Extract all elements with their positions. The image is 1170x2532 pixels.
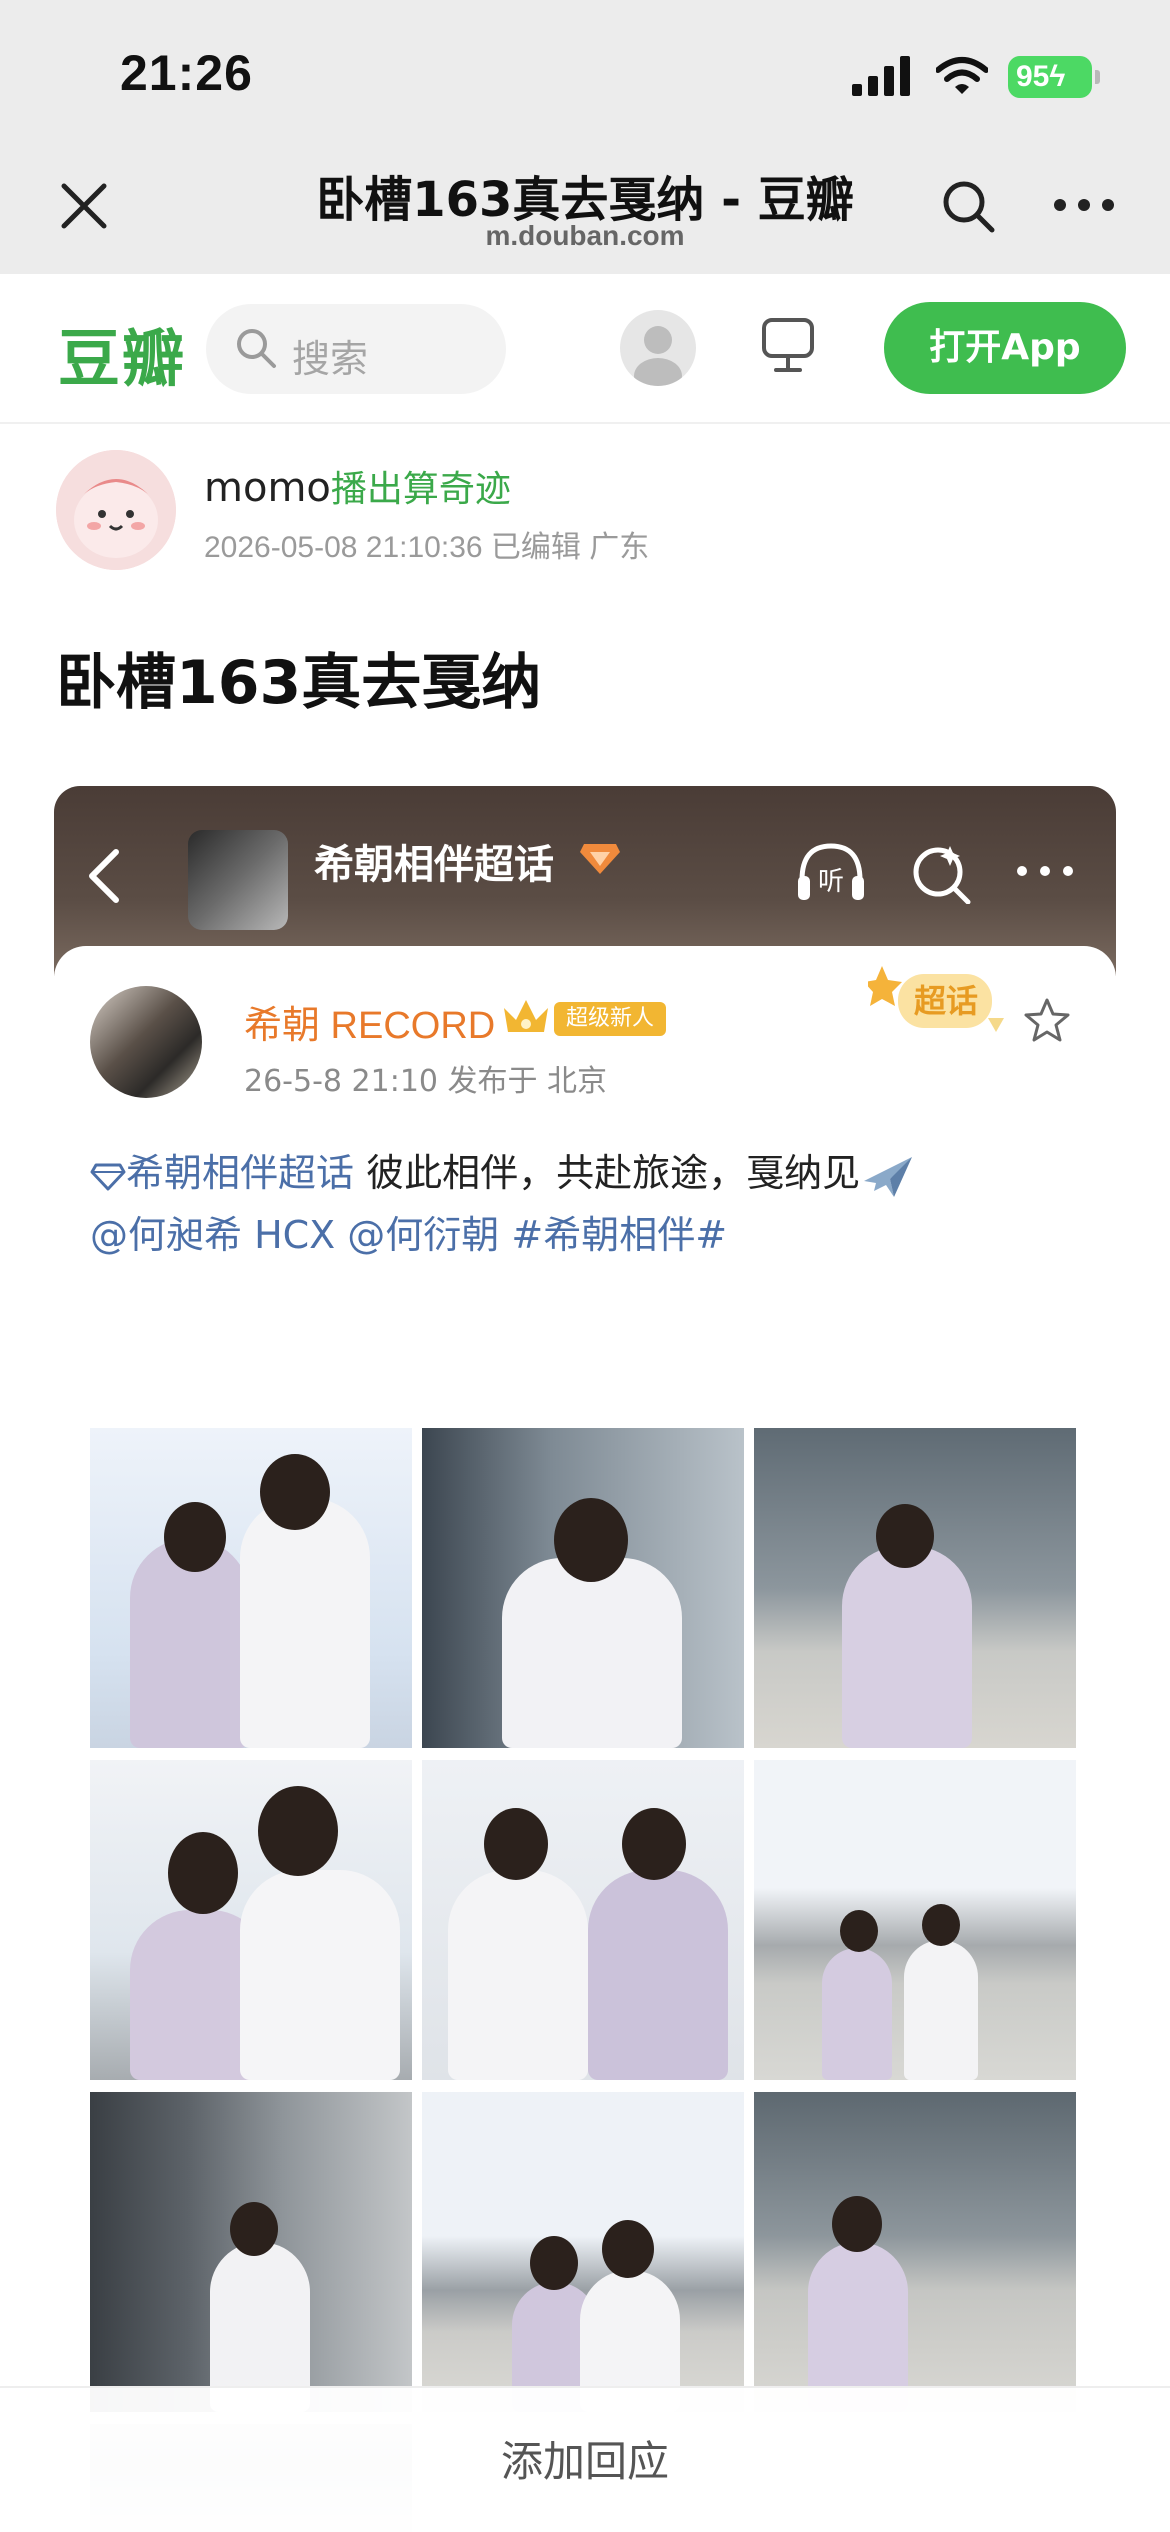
- diamond-badge-icon: [580, 844, 620, 874]
- topic-link: 希朝相伴超话: [126, 1151, 355, 1195]
- status-time: 21:26: [120, 45, 253, 101]
- search-icon: [237, 329, 276, 368]
- author-name[interactable]: momo播出算奇迹: [204, 460, 511, 512]
- photo-5: [422, 1760, 744, 2080]
- battery-charging-icon: 95ϟ: [1008, 56, 1100, 98]
- douban-logo[interactable]: 豆瓣: [58, 308, 186, 398]
- open-app-button[interactable]: 打开App: [884, 302, 1126, 394]
- magic-search-icon: [913, 846, 971, 904]
- author-tag: 播出算奇迹: [330, 469, 511, 510]
- author-avatar[interactable]: [56, 450, 176, 570]
- photo-6: [754, 1760, 1076, 2080]
- browser-url: m.douban.com: [485, 220, 685, 251]
- desktop-icon[interactable]: [760, 316, 816, 376]
- post-text-body: 彼此相伴，共赴旅途，戛纳见: [354, 1151, 861, 1195]
- charging-bolt-icon: ϟ: [1049, 60, 1066, 93]
- user-avatar-icon[interactable]: [620, 310, 696, 386]
- browser-header: 卧槽163真去戛纳 - 豆瓣 m.douban.com: [0, 140, 1170, 274]
- photo-8: [422, 2092, 744, 2412]
- photo-4: [90, 1760, 412, 2080]
- add-reply-button[interactable]: 添加回应: [0, 2428, 1170, 2489]
- cellular-signal-icon: [852, 56, 910, 96]
- mentions-and-hashtag: @何昶希 HCX @何衍朝 #希朝相伴#: [90, 1213, 728, 1257]
- chaohua-label: 超话: [914, 982, 978, 1020]
- battery-level: 95: [1016, 60, 1050, 93]
- search-placeholder: 搜索: [292, 337, 369, 381]
- photo-1: [90, 1428, 412, 1748]
- supertopic-avatar: [188, 830, 288, 930]
- weibo-post-card: 希朝 RECORD 超级新人 超话 26-5-8 21:10 发布于 北京 希朝…: [54, 946, 1116, 2532]
- author-nick: momo: [204, 465, 331, 511]
- post-title: 卧槽163真去戛纳: [56, 648, 542, 718]
- photo-2: [422, 1428, 744, 1748]
- douban-nav: 豆瓣 搜索 打开App: [0, 274, 1170, 424]
- listen-label: 听: [818, 867, 844, 897]
- back-chevron-icon: [89, 849, 119, 903]
- wifi-icon: [936, 57, 988, 94]
- supertopic-sticker-icon: 超话: [868, 966, 1004, 1032]
- photo-3: [754, 1428, 1076, 1748]
- bottom-reply-bar[interactable]: 添加回应: [0, 2386, 1170, 2532]
- search-icon[interactable]: [940, 178, 996, 234]
- airplane-emoji-icon: [864, 1156, 913, 1197]
- weibo-user-name: 希朝 RECORD: [244, 1005, 496, 1047]
- super-newcomer-badge: 超级新人: [554, 1002, 667, 1036]
- star-icon: [1024, 998, 1070, 1042]
- more-icon[interactable]: [1052, 190, 1116, 220]
- diamond-topic-icon: [90, 1163, 126, 1190]
- headphone-listen-icon: 听: [798, 843, 864, 900]
- weibo-post-text: 希朝相伴超话 彼此相伴，共赴旅途，戛纳见: [90, 1142, 916, 1201]
- search-input[interactable]: 搜索: [206, 304, 506, 394]
- photo-9: [754, 2092, 1076, 2412]
- close-icon[interactable]: [56, 178, 112, 234]
- post-meta: 2026-05-08 21:10:36 已编辑 广东: [204, 531, 650, 564]
- weibo-post-meta: 26-5-8 21:10 发布于 北京: [244, 1064, 608, 1099]
- more-icon: [1017, 866, 1073, 876]
- supertopic-title: 希朝相伴超话: [314, 842, 554, 888]
- crown-icon: [504, 1000, 548, 1032]
- photo-7: [90, 2092, 412, 2412]
- status-bar: 21:26 95ϟ: [0, 0, 1170, 140]
- weibo-user-avatar: [90, 986, 202, 1098]
- embedded-screenshot[interactable]: 希朝相伴超话 听 希朝 RECORD 超级新人 超话 26-5-8 21:10 …: [54, 786, 1116, 2532]
